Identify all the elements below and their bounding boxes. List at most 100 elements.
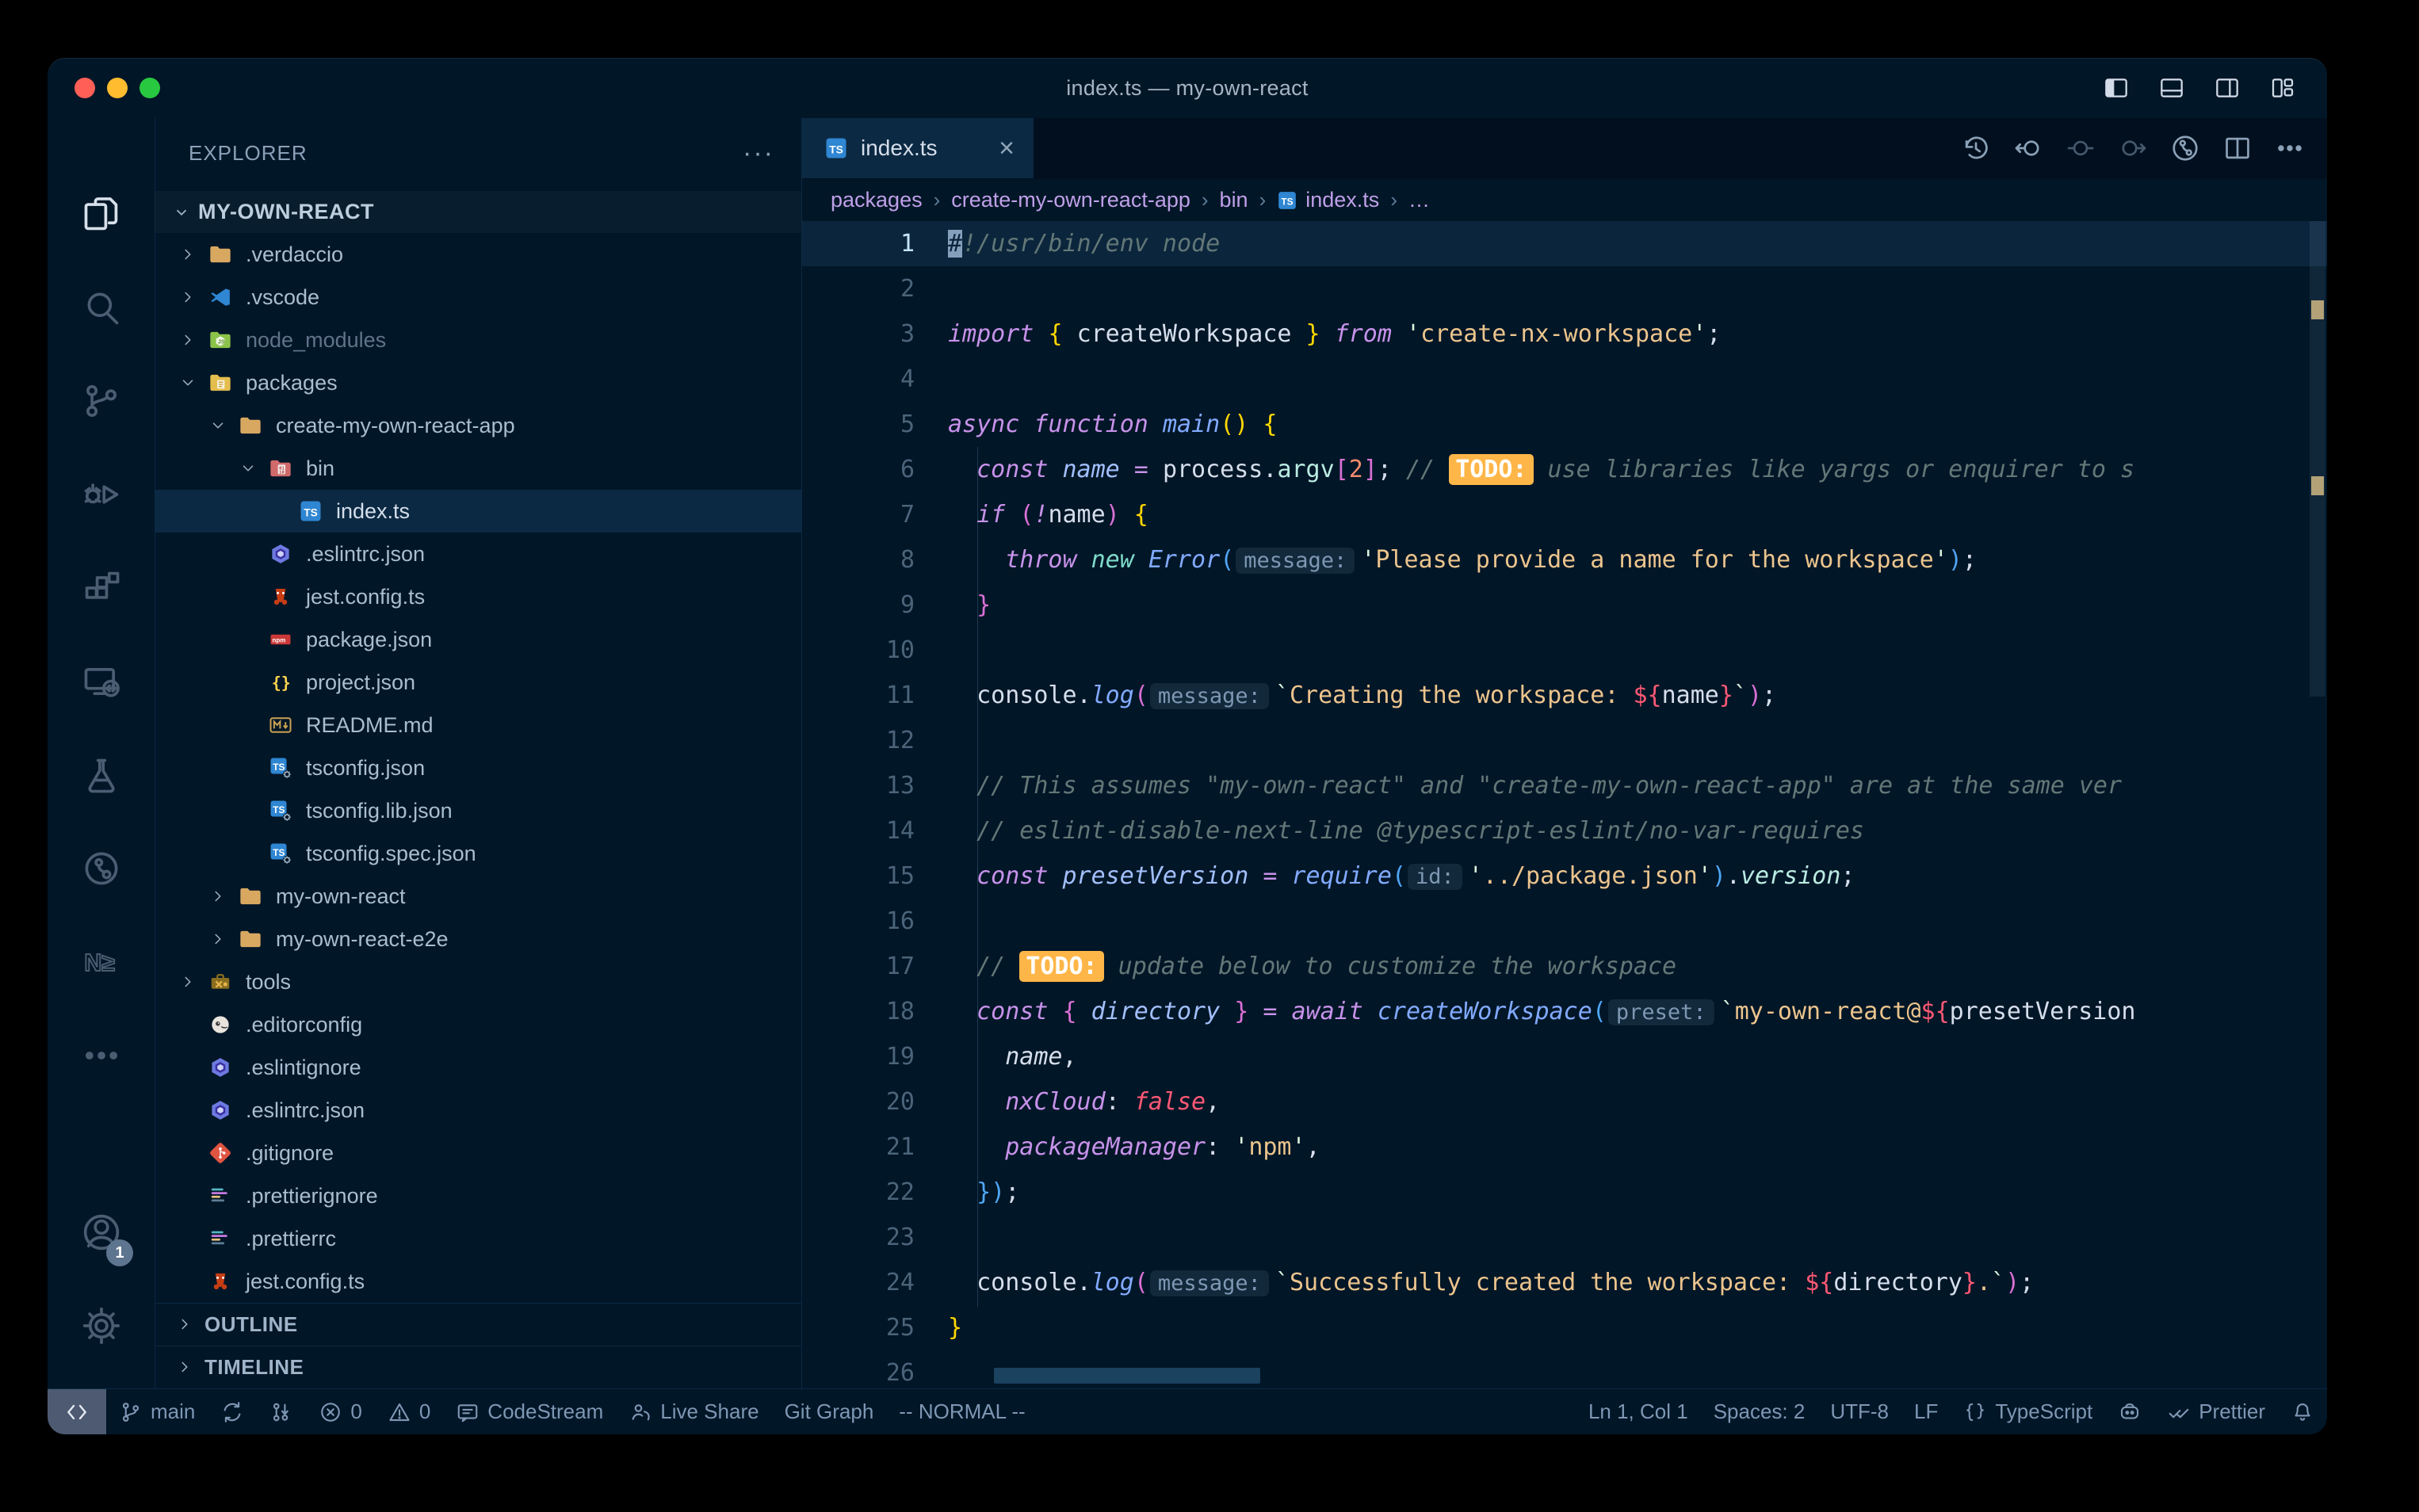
status-remote-indicator[interactable] [48, 1389, 106, 1434]
line-number[interactable]: 22 [802, 1170, 945, 1215]
layout-sidebar-left-button[interactable] [2100, 75, 2132, 101]
vertical-scrollbar[interactable] [2310, 221, 2325, 697]
line-number[interactable]: 5 [802, 402, 945, 447]
line-number[interactable]: 1 [802, 221, 945, 266]
code-line-21[interactable]: 21 packageManager: 'npm', [802, 1124, 2327, 1170]
horizontal-scrollbar[interactable] [994, 1368, 1260, 1384]
code-line-17[interactable]: 17 // TODO: update below to customize th… [802, 944, 2327, 989]
status-notifications[interactable] [2278, 1389, 2327, 1434]
line-number[interactable]: 9 [802, 582, 945, 628]
activity-testing[interactable] [48, 728, 155, 822]
tree-item-index.ts[interactable]: TSindex.ts [155, 490, 801, 533]
tree-item-packages[interactable]: packages [155, 361, 801, 404]
line-number[interactable]: 18 [802, 989, 945, 1034]
code-line-13[interactable]: 13 // This assumes "my-own-react" and "c… [802, 763, 2327, 808]
code-line-12[interactable]: 12 [802, 718, 2327, 763]
code-line-5[interactable]: 5async function main() { [802, 402, 2327, 447]
tree-item-tsconfig.lib.json[interactable]: TStsconfig.lib.json [155, 789, 801, 832]
tree-item-package.json[interactable]: npmpackage.json [155, 618, 801, 661]
status-git-sync[interactable] [208, 1389, 257, 1434]
status-live-share[interactable]: Live Share [616, 1389, 771, 1434]
code-line-14[interactable]: 14 // eslint-disable-next-line @typescri… [802, 808, 2327, 853]
code-line-6[interactable]: 6 const name = process.argv[2]; // TODO:… [802, 447, 2327, 492]
tree-item-tools[interactable]: tools [155, 960, 801, 1003]
breadcrumb-item-packages[interactable]: packages [831, 188, 923, 212]
status-vim-mode[interactable]: -- NORMAL -- [886, 1389, 1038, 1434]
line-number[interactable]: 8 [802, 537, 945, 582]
line-number[interactable]: 14 [802, 808, 945, 853]
status-indentation[interactable]: Spaces: 2 [1701, 1389, 1818, 1434]
line-number[interactable]: 7 [802, 492, 945, 537]
line-number[interactable]: 6 [802, 447, 945, 492]
activity-run-and-debug[interactable] [48, 448, 155, 541]
line-number[interactable]: 3 [802, 311, 945, 357]
breadcrumb-item-create-my-own-react-app[interactable]: create-my-own-react-app [951, 188, 1190, 212]
line-number[interactable]: 11 [802, 673, 945, 718]
code-line-15[interactable]: 15 const presetVersion = require(id:'../… [802, 853, 2327, 899]
line-number[interactable]: 2 [802, 266, 945, 311]
code-line-2[interactable]: 2 [802, 266, 2327, 311]
workspace-root-folder[interactable]: MY-OWN-REACT [155, 191, 801, 233]
activity-extensions[interactable] [48, 541, 155, 635]
code-line-3[interactable]: 3import { createWorkspace } from 'create… [802, 311, 2327, 357]
status-prettier[interactable]: Prettier [2154, 1389, 2278, 1434]
code-line-20[interactable]: 20 nxCloud: false, [802, 1079, 2327, 1124]
status-encoding[interactable]: UTF-8 [1817, 1389, 1901, 1434]
line-number[interactable]: 4 [802, 357, 945, 402]
status-git-graph-status[interactable]: Git Graph [772, 1389, 887, 1434]
line-number[interactable]: 10 [802, 628, 945, 673]
close-tab-icon[interactable]: × [999, 135, 1015, 162]
status-problems-warnings[interactable]: 0 [375, 1389, 443, 1434]
line-number[interactable]: 19 [802, 1034, 945, 1079]
line-number[interactable]: 17 [802, 944, 945, 989]
status-problems-errors[interactable]: 0 [306, 1389, 374, 1434]
line-number[interactable]: 25 [802, 1305, 945, 1350]
git-file-history-button[interactable] [2170, 133, 2200, 163]
tree-item-tsconfig.spec.json[interactable]: TStsconfig.spec.json [155, 832, 801, 875]
code-line-11[interactable]: 11 console.log(message:`Creating the wor… [802, 673, 2327, 718]
code-line-9[interactable]: 9 } [802, 582, 2327, 628]
line-number[interactable]: 23 [802, 1215, 945, 1260]
code-line-25[interactable]: 25} [802, 1305, 2327, 1350]
code-line-4[interactable]: 4 [802, 357, 2327, 402]
layout-customize-button[interactable] [2267, 75, 2299, 101]
tree-item-jest.config.ts[interactable]: jest.config.ts [155, 1260, 801, 1303]
tree-item-.prettierrc[interactable]: .prettierrc [155, 1217, 801, 1260]
code-line-1[interactable]: 1#!/usr/bin/env node [802, 221, 2327, 266]
more-actions-button[interactable] [2275, 133, 2305, 163]
code-editor[interactable]: 1#!/usr/bin/env node23import { createWor… [802, 221, 2327, 1388]
code-line-18[interactable]: 18 const { directory } = await createWor… [802, 989, 2327, 1034]
code-line-19[interactable]: 19 name, [802, 1034, 2327, 1079]
tree-item-jest.config.ts[interactable]: jest.config.ts [155, 575, 801, 618]
layout-panel-button[interactable] [2156, 75, 2188, 101]
activity-additional-views[interactable] [48, 1009, 155, 1102]
line-number[interactable]: 15 [802, 853, 945, 899]
activity-settings[interactable] [48, 1279, 155, 1373]
tab-index-ts[interactable]: TS index.ts × [802, 118, 1034, 178]
activity-remote-explorer[interactable] [48, 635, 155, 728]
tree-item-README.md[interactable]: README.md [155, 704, 801, 746]
navigate-position-button[interactable] [2066, 133, 2096, 163]
breadcrumb-item-bin[interactable]: bin [1220, 188, 1248, 212]
panel-outline[interactable]: OUTLINE [155, 1303, 801, 1346]
tree-item-my-own-react[interactable]: my-own-react [155, 875, 801, 918]
tree-item-.gitignore[interactable]: .gitignore [155, 1132, 801, 1174]
code-line-8[interactable]: 8 throw new Error(message:'Please provid… [802, 537, 2327, 582]
tree-item-.vscode[interactable]: .vscode [155, 276, 801, 319]
code-line-23[interactable]: 23 [802, 1215, 2327, 1260]
status-cursor-position[interactable]: Ln 1, Col 1 [1576, 1389, 1701, 1434]
line-number[interactable]: 13 [802, 763, 945, 808]
activity-search[interactable] [48, 261, 155, 354]
panel-timeline[interactable]: TIMELINE [155, 1346, 801, 1388]
line-number[interactable]: 12 [802, 718, 945, 763]
breadcrumb-item--[interactable]: … [1408, 188, 1430, 212]
line-number[interactable]: 21 [802, 1124, 945, 1170]
code-line-24[interactable]: 24 console.log(message:`Successfully cre… [802, 1260, 2327, 1305]
status-git-branch[interactable]: main [106, 1389, 208, 1434]
split-editor-button[interactable] [2222, 133, 2253, 163]
status-gitlens-compare[interactable] [257, 1389, 306, 1434]
activity-accounts[interactable]: 1 [48, 1186, 155, 1279]
tree-item-.verdaccio[interactable]: .verdaccio [155, 233, 801, 276]
line-number[interactable]: 24 [802, 1260, 945, 1305]
explorer-more-actions[interactable]: ··· [743, 138, 774, 169]
